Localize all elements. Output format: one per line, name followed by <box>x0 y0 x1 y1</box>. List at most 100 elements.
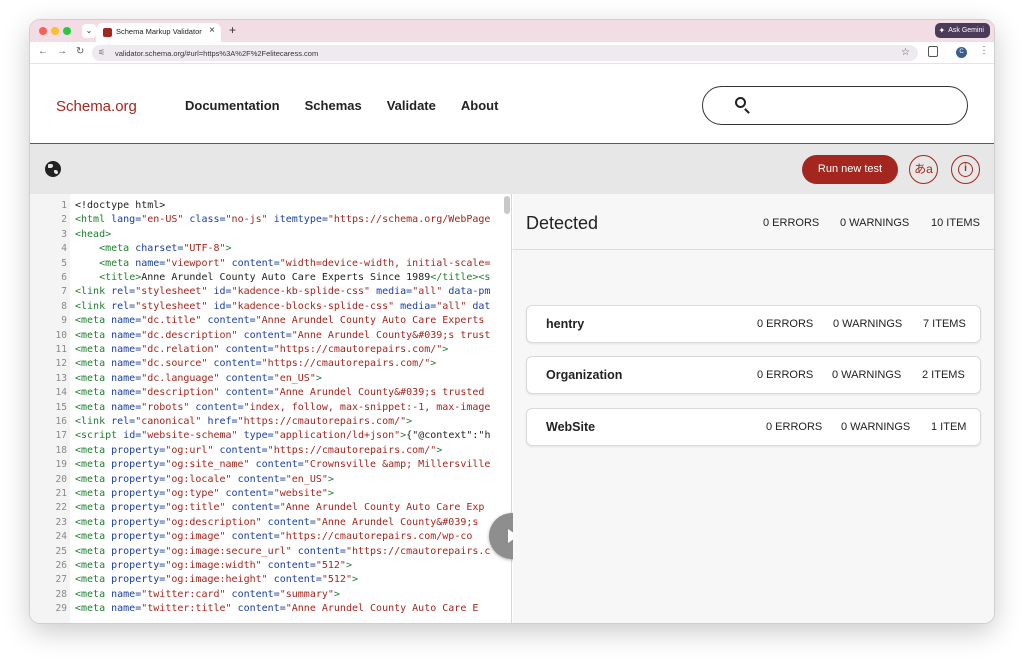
forward-arrow-icon[interactable]: → <box>57 46 67 57</box>
close-icon[interactable]: × <box>209 25 215 36</box>
code-text: <meta property="og:title" content="Anne … <box>75 502 485 514</box>
line-number: 29 <box>55 603 67 615</box>
code-line: 21 <meta property="og:type" content="webs… <box>30 487 511 501</box>
code-line: 9 <meta name="dc.title" content="Anne Aru… <box>30 314 511 328</box>
result-card-website[interactable]: WebSite 0 ERRORS 0 WARNINGS 1 ITEM <box>526 408 981 446</box>
code-line: 24 <meta property="og:image" content="htt… <box>30 530 511 544</box>
result-errors: 0 ERRORS <box>757 318 814 330</box>
code-line: 28 <meta name="twitter:card" content="sum… <box>30 588 511 602</box>
search-icon <box>735 97 746 108</box>
site-header: Schema.org Documentation Schemas Validat… <box>30 64 994 144</box>
line-number: 1 <box>61 200 67 211</box>
code-line: 7 <link rel="stylesheet" id="kadence-kb-s… <box>30 285 511 299</box>
site-search-box[interactable] <box>702 86 968 125</box>
line-number: 22 <box>55 502 67 514</box>
code-text: <meta name="dc.description" content="Ann… <box>75 329 491 341</box>
globe-icon[interactable] <box>45 161 61 177</box>
detected-title: Detected <box>526 213 599 233</box>
code-scrollbar[interactable] <box>504 196 510 214</box>
code-text: <meta name="twitter:title" content="Anne… <box>75 603 479 615</box>
code-line: 12 <meta name="dc.source" content="https:… <box>30 357 511 371</box>
code-line: 4 <meta charset="UTF-8"> <box>30 242 511 256</box>
code-text: <script id="website-schema" type="applic… <box>75 430 491 442</box>
code-text: <meta name="viewport" content="width=dev… <box>99 257 491 269</box>
line-number: 20 <box>55 473 67 485</box>
reload-icon[interactable]: ↻ <box>76 46 84 57</box>
line-number: 25 <box>55 545 67 557</box>
code-line: 16 <link rel="canonical" href="https://cm… <box>30 415 511 429</box>
url-text[interactable]: validator.schema.org/#url=https%3A%2F%2F… <box>115 49 318 58</box>
browser-window: ⌄ Schema Markup Validator × + ✦ Ask Gemi… <box>30 20 994 623</box>
code-line: 22 <meta property="og:title" content="Ann… <box>30 501 511 515</box>
result-type-name: hentry <box>546 317 585 331</box>
result-type-name: WebSite <box>546 420 596 434</box>
line-number: 7 <box>61 286 67 298</box>
code-text: <link rel="stylesheet" id="kadence-kb-sp… <box>75 286 491 298</box>
code-line: 5 <meta name="viewport" content="width=d… <box>30 257 511 271</box>
site-settings-icon[interactable]: ⚟ <box>98 48 108 58</box>
line-number: 17 <box>55 430 67 442</box>
source-code-panel[interactable]: 1 <!doctype html> 2 <html lang="en-US" clas… <box>30 194 512 623</box>
validator-toolbar: Run new test あa i <box>30 144 994 194</box>
url-field[interactable]: ⚟ validator.schema.org/#url=https%3A%2F%… <box>92 45 918 61</box>
line-number: 28 <box>55 588 67 600</box>
extensions-icon[interactable] <box>928 46 938 57</box>
ask-gemini-button[interactable]: ✦ Ask Gemini <box>934 23 990 38</box>
results-panel: Detected 0 ERRORS 0 WARNINGS 10 ITEMS he… <box>513 194 994 623</box>
new-tab-button[interactable]: + <box>229 23 236 37</box>
line-number: 21 <box>55 488 67 499</box>
tab-schema-validator[interactable]: Schema Markup Validator × <box>96 23 221 42</box>
line-number: 15 <box>55 401 67 413</box>
minimize-window-button[interactable] <box>51 27 59 35</box>
code-text: <meta charset="UTF-8"> <box>99 243 232 255</box>
line-number: 10 <box>55 329 67 341</box>
result-items: 1 ITEM <box>931 421 967 433</box>
run-new-test-button[interactable]: Run new test <box>802 155 898 184</box>
result-errors: 0 ERRORS <box>757 369 814 381</box>
code-line: 10 <meta name="dc.description" content="A… <box>30 329 511 343</box>
site-search-input[interactable] <box>758 95 948 117</box>
line-number: 24 <box>55 531 67 543</box>
code-line: 25 <meta property="og:image:secure_url" c… <box>30 545 511 559</box>
bookmark-star-icon[interactable]: ☆ <box>901 47 910 58</box>
code-text: <meta property="og:image:secure_url" con… <box>75 545 491 557</box>
info-button[interactable]: i <box>951 155 980 184</box>
result-card-hentry[interactable]: hentry 0 ERRORS 0 WARNINGS 7 ITEMS <box>526 305 981 343</box>
line-number: 5 <box>61 257 67 269</box>
code-text: <meta property="og:type" content="websit… <box>75 488 334 499</box>
nav-schemas[interactable]: Schemas <box>305 98 362 113</box>
nav-validate[interactable]: Validate <box>387 98 436 113</box>
browser-menu-icon[interactable]: ⋮ <box>979 45 989 56</box>
line-number: 26 <box>55 560 67 571</box>
total-items: 10 ITEMS <box>931 217 980 229</box>
line-number: 12 <box>55 358 67 370</box>
close-window-button[interactable] <box>39 27 47 35</box>
code-text: <meta name="twitter:card" content="summa… <box>75 588 340 600</box>
result-card-organization[interactable]: Organization 0 ERRORS 0 WARNINGS 2 ITEMS <box>526 356 981 394</box>
code-line: 14 <meta name="description" content="Anne… <box>30 386 511 400</box>
code-line: 11 <meta name="dc.relation" content="http… <box>30 343 511 357</box>
schema-logo[interactable]: Schema.org <box>56 98 137 115</box>
back-arrow-icon[interactable]: ← <box>38 46 48 57</box>
maximize-window-button[interactable] <box>63 27 71 35</box>
code-text: <link rel="canonical" href="https://cmau… <box>75 416 413 427</box>
nav-documentation[interactable]: Documentation <box>185 98 280 113</box>
chevron-down-icon[interactable]: ⌄ <box>82 24 96 38</box>
code-line: 29 <meta name="twitter:title" content="An… <box>30 602 511 616</box>
nav-about[interactable]: About <box>461 98 499 113</box>
code-text: <meta property="og:image" content="https… <box>75 531 473 543</box>
code-line: 23 <meta property="og:description" conten… <box>30 516 511 530</box>
code-text: <!doctype html> <box>75 200 166 211</box>
code-text: <meta name="dc.source" content="https://… <box>75 358 437 370</box>
result-items: 2 ITEMS <box>922 369 965 381</box>
code-text: <meta property="og:site_name" content="C… <box>75 459 491 471</box>
total-errors: 0 ERRORS <box>763 217 820 229</box>
language-button[interactable]: あa <box>909 155 938 184</box>
line-number: 2 <box>61 214 67 226</box>
code-text: <meta property="og:url" content="https:/… <box>75 444 443 456</box>
code-line: 27 <meta property="og:image:height" conte… <box>30 573 511 587</box>
result-warnings: 0 WARNINGS <box>841 421 911 433</box>
code-line: 6 <title>Anne Arundel County Auto Care E… <box>30 271 511 285</box>
profile-avatar[interactable]: C <box>956 47 967 58</box>
code-text: <meta name="robots" content="index, foll… <box>75 401 491 413</box>
